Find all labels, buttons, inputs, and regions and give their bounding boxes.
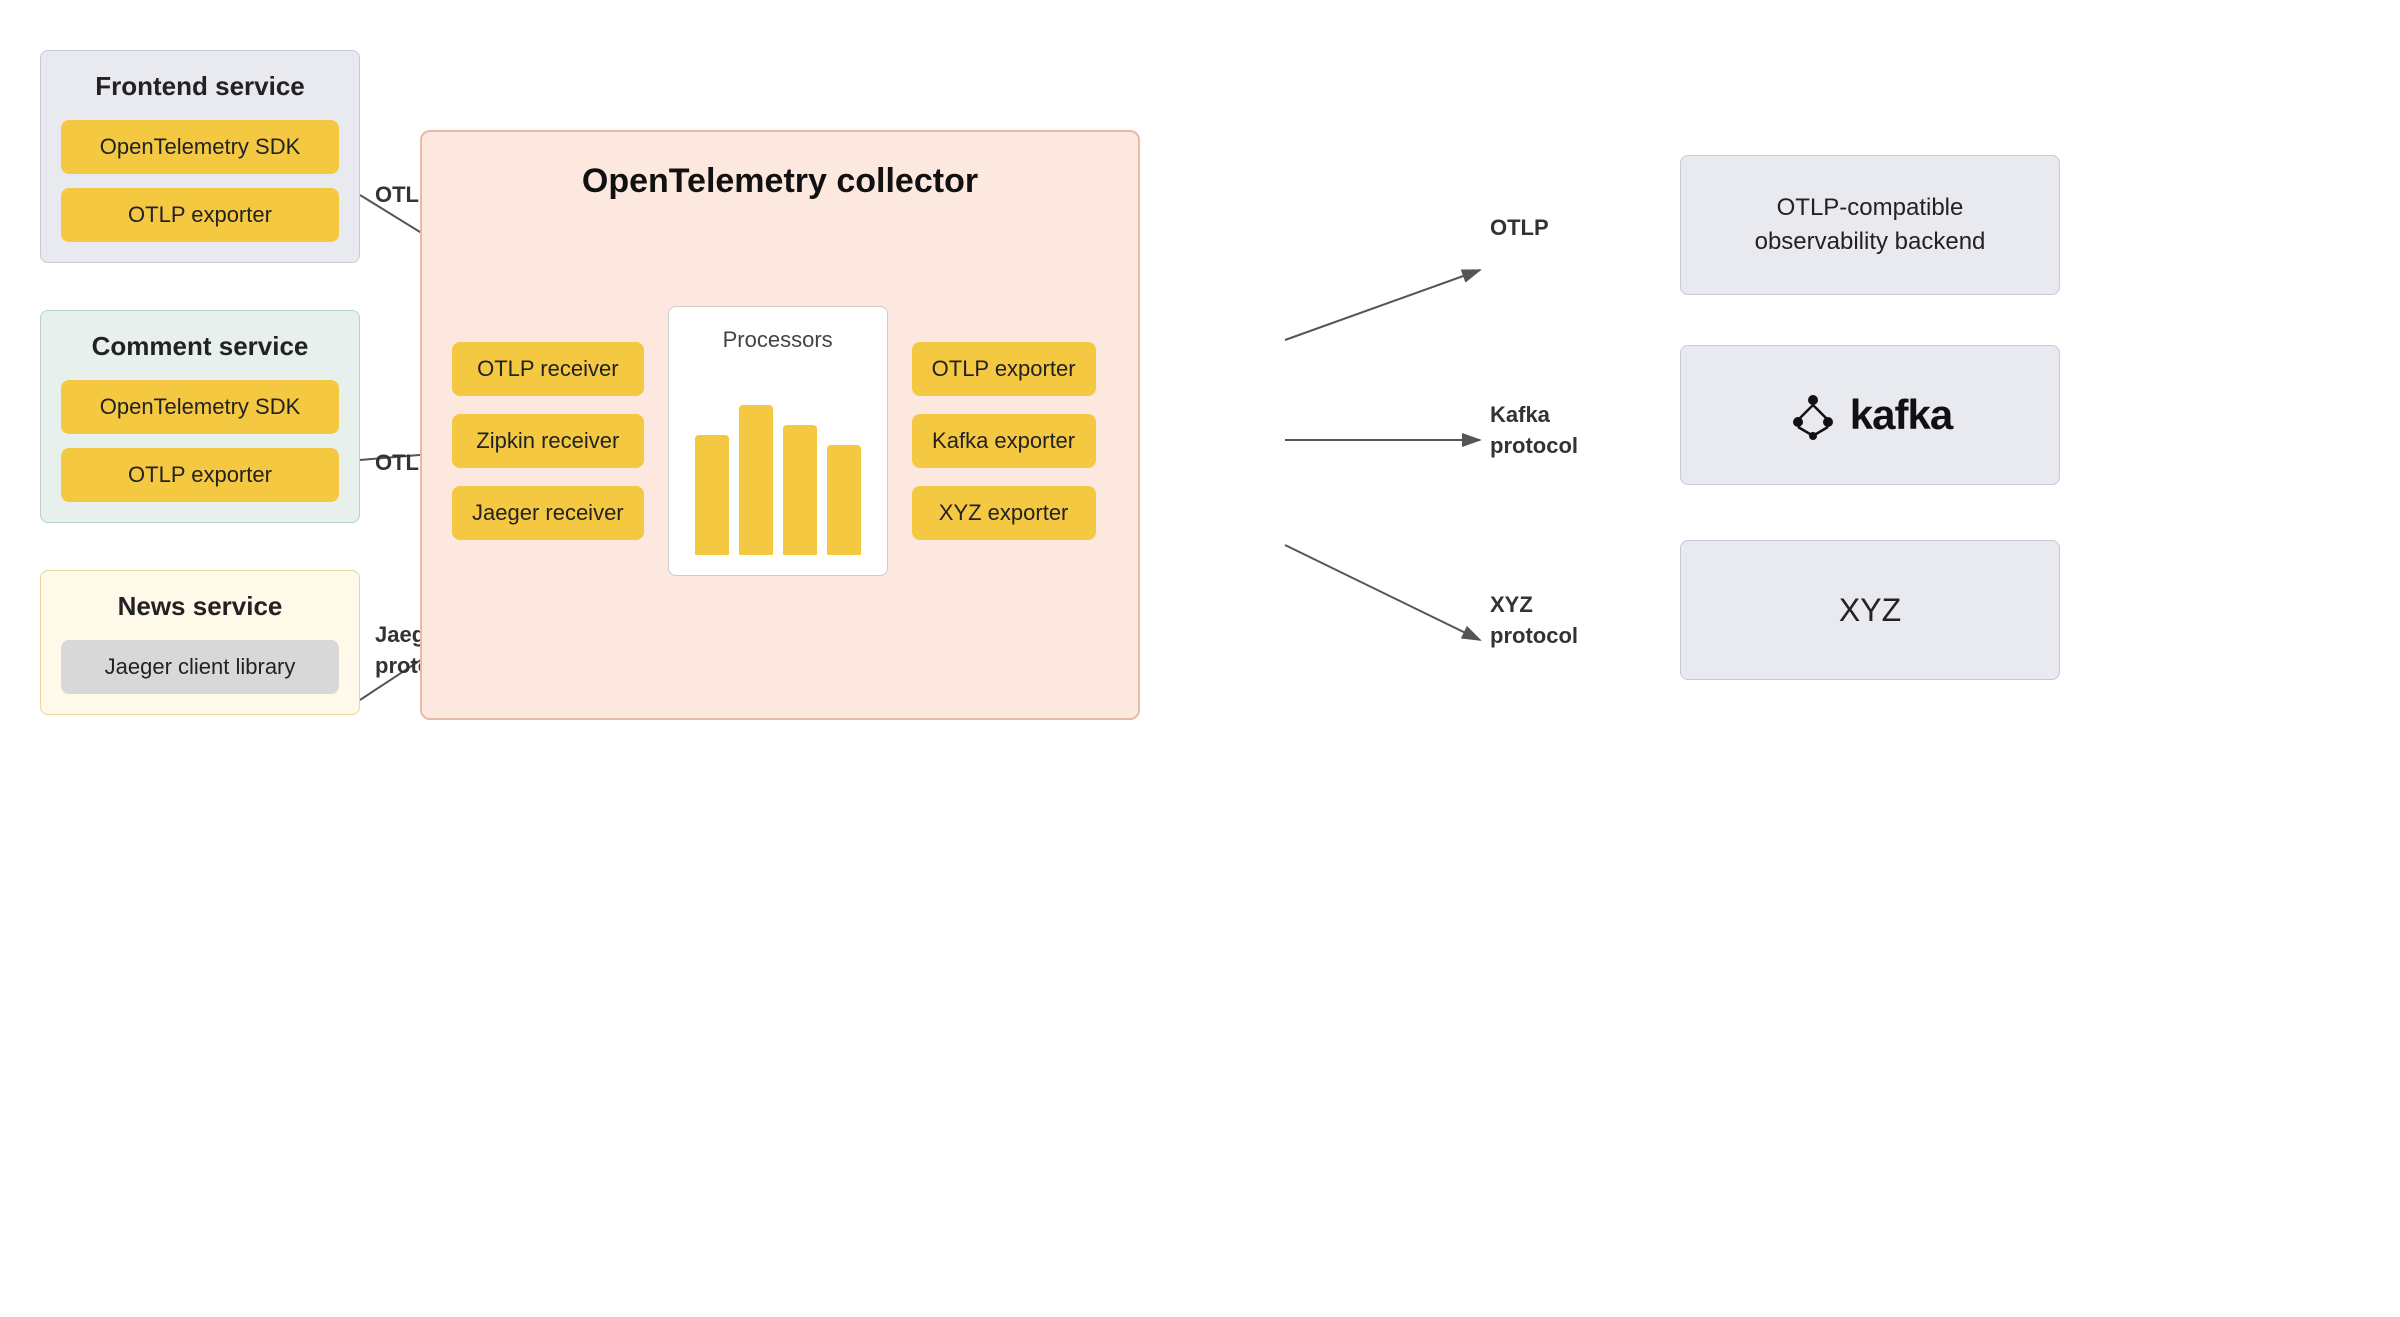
comment-service-title: Comment service	[61, 331, 339, 362]
kafka-backend-box: kafka	[1680, 345, 2060, 485]
frontend-service-box: Frontend service OpenTelemetry SDK OTLP …	[40, 50, 360, 263]
diagram-container: Frontend service OpenTelemetry SDK OTLP …	[0, 0, 2400, 1317]
comment-sdk-pill: OpenTelemetry SDK	[61, 380, 339, 434]
kafka-protocol-label: Kafkaprotocol	[1490, 400, 1578, 462]
collector-title: OpenTelemetry collector	[452, 162, 1108, 201]
exporters-col: OTLP exporter Kafka exporter XYZ exporte…	[912, 342, 1096, 540]
receivers-col: OTLP receiver Zipkin receiver Jaeger rec…	[452, 342, 644, 540]
otlp-exporter: OTLP exporter	[912, 342, 1096, 396]
kafka-icon	[1788, 390, 1838, 440]
xyz-label: XYZ	[1839, 588, 1901, 633]
bar-2	[739, 405, 773, 555]
processors-bars	[695, 375, 861, 555]
xyz-exporter: XYZ exporter	[912, 486, 1096, 540]
news-service-box: News service Jaeger client library	[40, 570, 360, 715]
xyz-protocol-label: XYZprotocol	[1490, 590, 1578, 652]
news-library-pill: Jaeger client library	[61, 640, 339, 694]
zipkin-receiver: Zipkin receiver	[452, 414, 644, 468]
collector-inner: OTLP receiver Zipkin receiver Jaeger rec…	[452, 231, 1108, 651]
collector-box: OpenTelemetry collector OTLP receiver Zi…	[420, 130, 1140, 720]
kafka-logo: kafka	[1788, 390, 1952, 440]
jaeger-receiver: Jaeger receiver	[452, 486, 644, 540]
frontend-sdk-pill: OpenTelemetry SDK	[61, 120, 339, 174]
otlp-backend-label: OTLP-compatibleobservability backend	[1755, 191, 1986, 258]
kafka-label: kafka	[1850, 391, 1952, 439]
news-service-title: News service	[61, 591, 339, 622]
kafka-exporter: Kafka exporter	[912, 414, 1096, 468]
xyz-backend-box: XYZ	[1680, 540, 2060, 680]
otlp-backend-box: OTLP-compatibleobservability backend	[1680, 155, 2060, 295]
comment-service-box: Comment service OpenTelemetry SDK OTLP e…	[40, 310, 360, 523]
frontend-exporter-pill: OTLP exporter	[61, 188, 339, 242]
comment-exporter-pill: OTLP exporter	[61, 448, 339, 502]
processors-box: Processors	[668, 306, 888, 576]
processors-label: Processors	[723, 327, 833, 353]
frontend-service-title: Frontend service	[61, 71, 339, 102]
bar-4	[827, 445, 861, 555]
otlp-receiver: OTLP receiver	[452, 342, 644, 396]
bar-1	[695, 435, 729, 555]
otlp-out-label: OTLP	[1490, 215, 1549, 241]
bar-3	[783, 425, 817, 555]
